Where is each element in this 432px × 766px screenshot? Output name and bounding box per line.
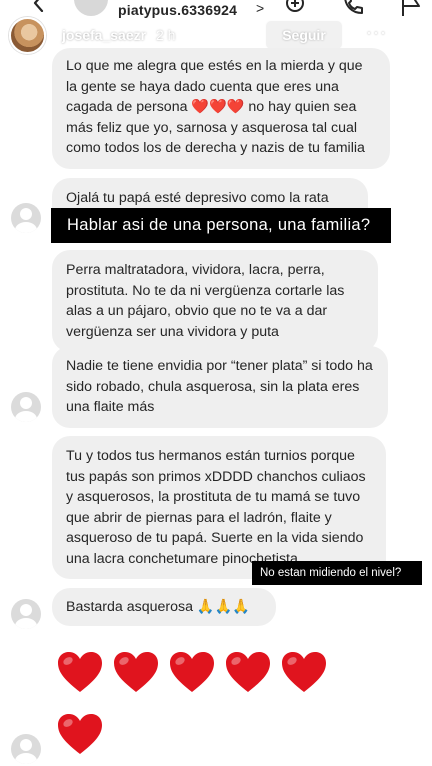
sender-avatar[interactable] [11,203,41,233]
message-text: Bastarda asquerosa 🙏🙏🙏 [66,599,250,615]
close-icon[interactable] [404,24,426,46]
back-arrow-icon[interactable] [30,0,48,12]
heart-icon [170,652,214,692]
message-text: Nadie te tiene envidia por “tener plata”… [66,358,373,415]
chevron-right-icon[interactable]: > [256,0,264,16]
story-caption-large: Hablar asi de una persona, una familia? [51,208,391,243]
message-bubble: Bastarda asquerosa 🙏🙏🙏 [52,588,276,626]
message-bubble: Lo que me alegra que estés en la mierda … [52,48,390,169]
heart-icon [58,714,102,754]
more-options-icon[interactable]: ··· [366,22,387,43]
heart-icon [282,652,326,692]
heart-icon [58,652,102,692]
hearts-message [56,712,104,756]
message-text: Tu y todos tus hermanos están turnios po… [66,448,366,567]
hearts-message [56,650,328,694]
heart-icon [226,652,270,692]
story-caption-small: No estan midiendo el nivel? [252,561,422,585]
conversation-avatar[interactable] [74,0,108,16]
story-author-username[interactable]: josefa_saezr 2 h [62,27,175,43]
sender-avatar[interactable] [11,599,41,629]
message-bubble: Perra maltratadora, vividora, lacra, per… [52,250,378,352]
message-bubble: Tu y todos tus hermanos están turnios po… [52,436,386,579]
story-time: 2 h [155,27,176,43]
message-text: Perra maltratadora, vividora, lacra, per… [66,262,345,340]
sender-avatar[interactable] [11,392,41,422]
message-text: Lo que me alegra que estés en la mierda … [66,58,365,156]
story-author-avatar[interactable] [9,17,46,54]
heart-icon [114,652,158,692]
follow-button[interactable]: Seguir [265,20,343,50]
message-text: Ojalá tu papá esté depresivo como la rat… [66,190,329,206]
story-author-name[interactable]: josefa_saezr [62,27,146,43]
message-bubble: Nadie te tiene envidia por “tener plata”… [52,346,388,428]
sender-avatar[interactable] [11,734,41,764]
